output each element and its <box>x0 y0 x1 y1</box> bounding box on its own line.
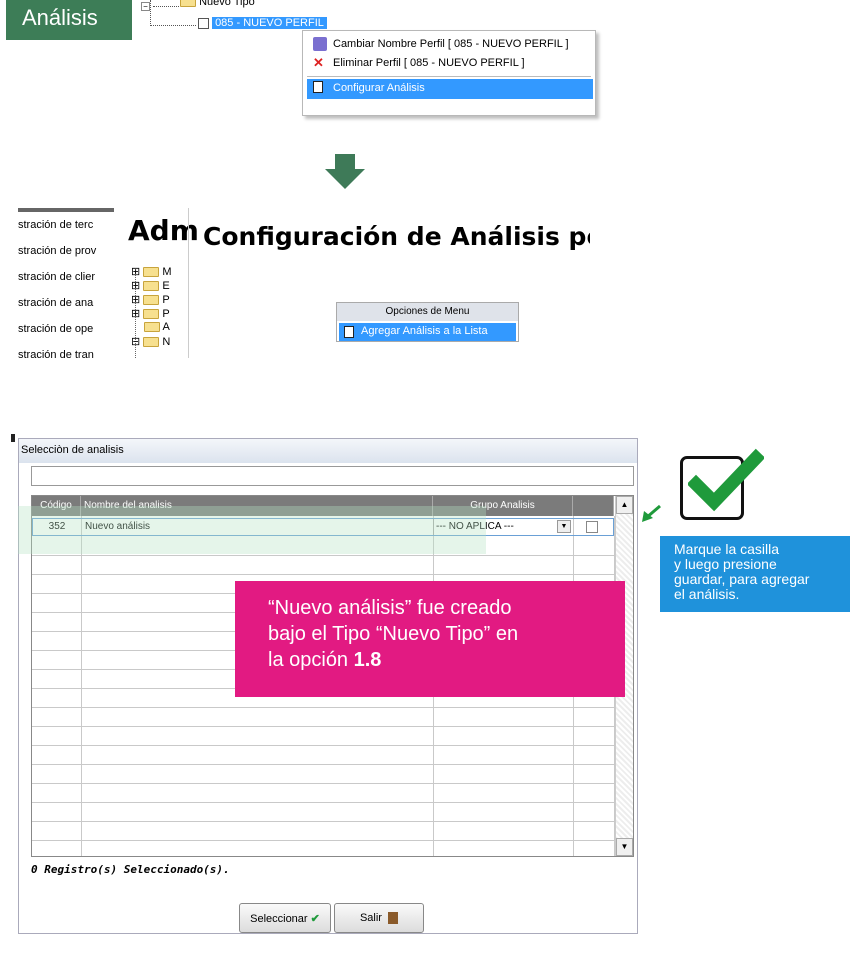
row-checkbox[interactable] <box>586 521 598 533</box>
tree-item-selected-profile[interactable]: 085 - NUEVO PERFIL <box>198 17 327 29</box>
select-button[interactable]: Seleccionar ✔ <box>239 903 331 933</box>
column-header-check[interactable] <box>573 496 614 516</box>
folder-icon <box>144 322 160 333</box>
admin-menu-item[interactable]: stración de terc <box>18 212 114 238</box>
grid-row-line <box>32 555 614 556</box>
grid-row-line <box>32 764 614 765</box>
menu-item-label: Cambiar Nombre Perfil [ 085 - NUEVO PERF… <box>333 38 569 50</box>
tree-item-label: 085 - NUEVO PERFIL <box>212 17 327 29</box>
delete-icon: ✕ <box>313 55 324 70</box>
grid-row-line <box>32 783 614 784</box>
dialog-title: Selecciòn de analisis <box>19 439 637 463</box>
options-menu-header: Opciones de Menu <box>337 303 518 321</box>
menu-item-configure[interactable]: Configurar Análisis <box>307 79 593 99</box>
analisis-tag: Análisis <box>6 0 132 40</box>
chevron-down-icon[interactable]: ▼ <box>557 520 571 533</box>
note-line: guardar, para agregar <box>674 571 810 587</box>
note-line: “Nuevo análisis” fue creado <box>268 597 512 619</box>
admin-menu-item[interactable]: stración de clier <box>18 264 114 290</box>
admin-menu-item[interactable]: stración de prov <box>18 238 114 264</box>
tree-node[interactable]: A <box>144 321 170 333</box>
menu-separator <box>307 76 591 77</box>
note-line: y luego presione <box>674 556 777 572</box>
note-line: bajo el Tipo “Nuevo Tipo” en <box>268 623 519 645</box>
menu-item-delete[interactable]: ✕ Eliminar Perfil [ 085 - NUEVO PERFIL ] <box>307 54 593 74</box>
status-text: 0 Registro(s) Seleccionado(s). <box>31 863 230 876</box>
tree-item-label: Nuevo Tipo <box>199 0 255 8</box>
pointer-arrow-icon <box>642 504 661 522</box>
folder-icon <box>143 337 160 348</box>
grid-row-line <box>32 574 614 575</box>
note-callout-pink: “Nuevo análisis” fue creado bajo el Tipo… <box>235 581 625 697</box>
context-menu: Cambiar Nombre Perfil [ 085 - NUEVO PERF… <box>302 30 596 116</box>
grid-row-line <box>32 745 614 746</box>
checkmark-icon <box>688 448 764 512</box>
tree-node[interactable]: ⊟ N <box>131 335 170 348</box>
tree-node[interactable]: ⊞ E <box>131 279 170 292</box>
rename-icon <box>313 37 327 51</box>
page-icon <box>344 326 354 338</box>
highlight-band <box>18 506 486 554</box>
profile-icon <box>198 17 209 29</box>
menu-item-add-analysis[interactable]: Agregar Análisis a la Lista <box>339 323 516 341</box>
tree-node[interactable]: ⊞ P <box>131 307 170 320</box>
config-title: Configuración de Análisis por P <box>203 222 590 251</box>
options-menu: Opciones de Menu Agregar Análisis a la L… <box>336 302 519 342</box>
menu-item-label: Eliminar Perfil [ 085 - NUEVO PERFIL ] <box>333 57 525 69</box>
grid-column-line <box>81 516 82 856</box>
note-callout-blue: Marque la casilla y luego presione guard… <box>660 536 850 612</box>
admin-tree: ⊞ M ⊞ E ⊞ P ⊞ P A ⊟ N <box>131 262 187 358</box>
grid-row-line <box>32 707 614 708</box>
note-line: Marque la casilla <box>674 541 780 557</box>
folder-icon <box>143 267 160 278</box>
menu-item-label: Configurar Análisis <box>333 82 425 94</box>
scroll-down-icon[interactable]: ▼ <box>616 838 633 856</box>
admin-menu-item[interactable]: stración de tran <box>18 342 114 368</box>
exit-button[interactable]: Salir <box>334 903 424 933</box>
note-line: el análisis. <box>674 586 740 602</box>
exit-door-icon <box>388 912 399 925</box>
note-line: la opción 1.8 <box>268 649 382 671</box>
check-icon: ✔ <box>310 913 320 925</box>
search-input[interactable] <box>31 466 634 486</box>
folder-icon <box>143 295 160 306</box>
admin-menu-item[interactable]: stración de ana <box>18 290 114 316</box>
arrow-down-icon <box>335 154 355 170</box>
arrow-down-head <box>325 169 365 189</box>
tree-node[interactable]: ⊞ M <box>131 265 172 278</box>
grid-row-line <box>32 726 614 727</box>
grid-row-line <box>32 802 614 803</box>
folder-icon <box>143 309 160 320</box>
grid-row-line <box>32 840 614 841</box>
admin-menu-list: stración de terc stración de prov straci… <box>18 208 114 361</box>
scroll-up-icon[interactable]: ▲ <box>616 496 633 514</box>
folder-icon <box>143 281 160 292</box>
grid-row-line <box>32 821 614 822</box>
folder-icon <box>180 0 196 8</box>
tree-node[interactable]: ⊞ P <box>131 293 170 306</box>
menu-item-rename[interactable]: Cambiar Nombre Perfil [ 085 - NUEVO PERF… <box>307 35 593 55</box>
page-icon <box>313 81 323 93</box>
tree-item-nuevo-tipo[interactable]: Nuevo Tipo <box>180 0 255 8</box>
menu-item-label: Agregar Análisis a la Lista <box>361 325 488 337</box>
admin-menu-item[interactable]: stración de ope <box>18 316 114 342</box>
dialog-corner-mark <box>11 434 15 442</box>
